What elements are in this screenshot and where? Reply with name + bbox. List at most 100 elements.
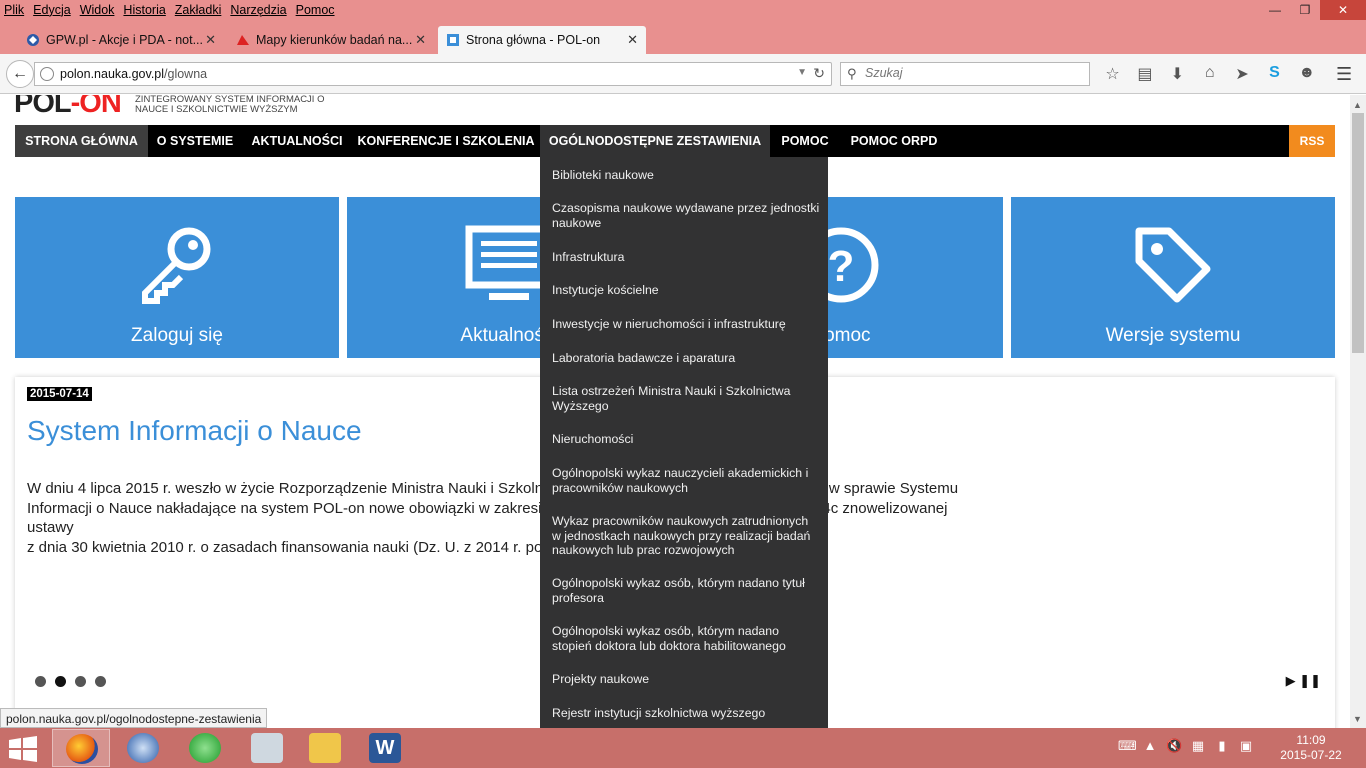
chat-icon[interactable]: ☻ — [1294, 64, 1319, 84]
url-dropdown-icon[interactable]: ▼ — [797, 67, 807, 78]
address-bar[interactable]: polon.nauka.gov.pl/glowna ▼ ↻ — [34, 62, 832, 86]
folder-icon — [309, 733, 341, 763]
slider-controls: ▶ ❚❚ — [1286, 673, 1321, 689]
news-line: W dniu 4 lipca 2015 r. weszło w życie Ro… — [27, 480, 959, 497]
dropdown-item[interactable]: Rejestr instytucji szkolnictwa wyższego — [552, 706, 820, 721]
menu-edit[interactable]: Edycja — [33, 3, 71, 17]
dropdown-item[interactable]: Instytucje kościelne — [552, 283, 820, 298]
close-tab-icon[interactable]: ✕ — [415, 32, 426, 48]
rss-button[interactable]: RSS — [1289, 125, 1335, 157]
menu-list: Plik Edycja Widok Historia Zakładki Narz… — [4, 3, 344, 17]
volume-muted-icon[interactable]: 🔇 — [1166, 738, 1182, 756]
page-scrollbar[interactable]: ▲ ▼ — [1350, 95, 1366, 728]
menu-bookmarks[interactable]: Zakładki — [175, 3, 222, 17]
pause-icon[interactable]: ❚❚ — [1299, 673, 1321, 688]
slider-dot-active[interactable] — [55, 676, 66, 687]
dropdown-item[interactable]: Ogólnopolski wykaz osób, którym nadano t… — [552, 576, 820, 605]
nav-zestawienia[interactable]: OGÓLNODOSTĘPNE ZESTAWIENIA — [540, 125, 770, 157]
home-icon[interactable]: ⌂ — [1197, 64, 1222, 84]
dropdown-item[interactable]: Projekty naukowe — [552, 672, 820, 687]
scroll-down-icon[interactable]: ▼ — [1353, 714, 1362, 724]
slider-dot[interactable] — [75, 676, 86, 687]
back-button[interactable]: ← — [6, 60, 34, 88]
search-input[interactable] — [865, 66, 1085, 80]
taskbar-explorer[interactable] — [296, 729, 354, 767]
nav-pomoc[interactable]: POMOC — [770, 125, 840, 157]
close-window-icon[interactable]: ✕ — [1320, 0, 1366, 20]
nav-konferencje[interactable]: KONFERENCJE I SZKOLENIA — [352, 125, 540, 157]
nav-pomoc-orpd[interactable]: POMOC ORPD — [840, 125, 948, 157]
word-icon: W — [369, 733, 401, 763]
sync-icon — [189, 733, 221, 763]
tab-title: Strona główna - POL-on — [466, 33, 601, 47]
scroll-up-icon[interactable]: ▲ — [1353, 100, 1362, 110]
close-tab-icon[interactable]: ✕ — [627, 32, 638, 48]
nav-aktualnosci[interactable]: AKTUALNOŚCI — [242, 125, 352, 157]
battery-icon[interactable]: ▮ — [1214, 738, 1230, 756]
tab-polon[interactable]: Strona główna - POL-on ✕ — [438, 26, 646, 54]
slider-dot[interactable] — [35, 676, 46, 687]
news-title[interactable]: System Informacji o Nauce — [27, 415, 362, 447]
menu-help[interactable]: Pomoc — [296, 3, 335, 17]
windows-taskbar: W ⌨ ▲ 🔇 ▦ ▮ ▣ 11:09 2015-07-22 — [0, 728, 1366, 768]
slider-dots — [35, 676, 115, 687]
taskbar-word[interactable]: W — [356, 729, 414, 767]
tile-label: Wersje systemu — [1105, 325, 1241, 346]
dropdown-item[interactable]: Ogólnopolski wykaz nauczycieli akademick… — [552, 466, 820, 495]
window-controls: — ❐ ✕ — [1260, 0, 1366, 22]
nav-strona-glowna[interactable]: STRONA GŁÓWNA — [15, 125, 148, 157]
search-bar[interactable]: ⚲ — [840, 62, 1090, 86]
keyboard-icon[interactable]: ⌨ — [1118, 738, 1137, 756]
play-icon[interactable]: ▶ — [1286, 673, 1296, 688]
search-icon: ⚲ — [847, 66, 857, 81]
menu-file[interactable]: Plik — [4, 3, 24, 17]
tile-versions[interactable]: Wersje systemu — [1011, 197, 1335, 358]
tab-gpw[interactable]: GPW.pl - Akcje i PDA - not... ✕ — [18, 26, 224, 54]
polon-logo[interactable]: POL-ON — [14, 95, 122, 120]
slider-dot[interactable] — [95, 676, 106, 687]
globe-icon — [40, 67, 54, 81]
taskbar-firefox[interactable] — [52, 729, 110, 767]
minimize-icon[interactable]: — — [1260, 0, 1290, 20]
downloads-icon[interactable]: ⬇ — [1165, 64, 1190, 84]
tab-mapy[interactable]: Mapy kierunków badań na... ✕ — [228, 26, 434, 54]
logo-main: POL — [14, 95, 72, 119]
browser-menubar: Plik Edycja Widok Historia Zakładki Narz… — [0, 0, 1366, 22]
dropdown-item[interactable]: Wykaz pracowników naukowych zatrudnionyc… — [552, 514, 820, 558]
taskbar-thunderbird[interactable] — [114, 729, 172, 767]
action-center-icon[interactable]: ▦ — [1190, 738, 1206, 756]
taskbar-monitor[interactable] — [238, 729, 296, 767]
hamburger-menu-icon[interactable]: ☰ — [1336, 64, 1352, 85]
tile-label: Zaloguj się — [131, 325, 223, 346]
skype-icon[interactable]: S — [1262, 64, 1287, 84]
bookmark-star-icon[interactable]: ☆ — [1100, 64, 1125, 84]
tab-bar: GPW.pl - Akcje i PDA - not... ✕ Mapy kie… — [0, 22, 1366, 70]
taskbar-clock[interactable]: 11:09 2015-07-22 — [1276, 733, 1346, 763]
send-icon[interactable]: ➤ — [1230, 64, 1255, 84]
dropdown-item[interactable]: Nieruchomości — [552, 432, 820, 447]
restore-icon[interactable]: ❐ — [1290, 0, 1320, 20]
reading-list-icon[interactable]: ▤ — [1132, 64, 1157, 84]
windows-start-icon[interactable] — [8, 736, 38, 762]
dropdown-item[interactable]: Infrastruktura — [552, 250, 820, 265]
close-tab-icon[interactable]: ✕ — [205, 32, 216, 48]
taskbar-sync[interactable] — [176, 729, 234, 767]
menu-history[interactable]: Historia — [123, 3, 165, 17]
dropdown-item[interactable]: Lista ostrzeżeń Ministra Nauki i Szkolni… — [552, 384, 820, 413]
reload-icon[interactable]: ↻ — [813, 65, 825, 82]
dropdown-item[interactable]: Ogólnopolski wykaz osób, którym nadano s… — [552, 624, 820, 653]
dropdown-item[interactable]: Laboratoria badawcze i aparatura — [552, 351, 820, 366]
tile-login[interactable]: Zaloguj się — [15, 197, 339, 358]
url-text: polon.nauka.gov.pl/glowna — [60, 67, 207, 81]
nav-o-systemie[interactable]: O SYSTEMIE — [148, 125, 242, 157]
menu-view[interactable]: Widok — [80, 3, 115, 17]
network-icon[interactable]: ▣ — [1238, 738, 1254, 756]
clock-time: 11:09 — [1296, 733, 1326, 747]
dropdown-item[interactable]: Inwestycje w nieruchomości i infrastrukt… — [552, 317, 820, 332]
scroll-thumb[interactable] — [1352, 113, 1364, 353]
dropdown-item[interactable]: Czasopisma naukowe wydawane przez jednos… — [552, 201, 820, 230]
dropdown-item[interactable]: Biblioteki naukowe — [552, 168, 820, 183]
polon-favicon-icon — [447, 34, 459, 46]
menu-tools[interactable]: Narzędzia — [230, 3, 286, 17]
tray-expand-icon[interactable]: ▲ — [1142, 738, 1158, 756]
